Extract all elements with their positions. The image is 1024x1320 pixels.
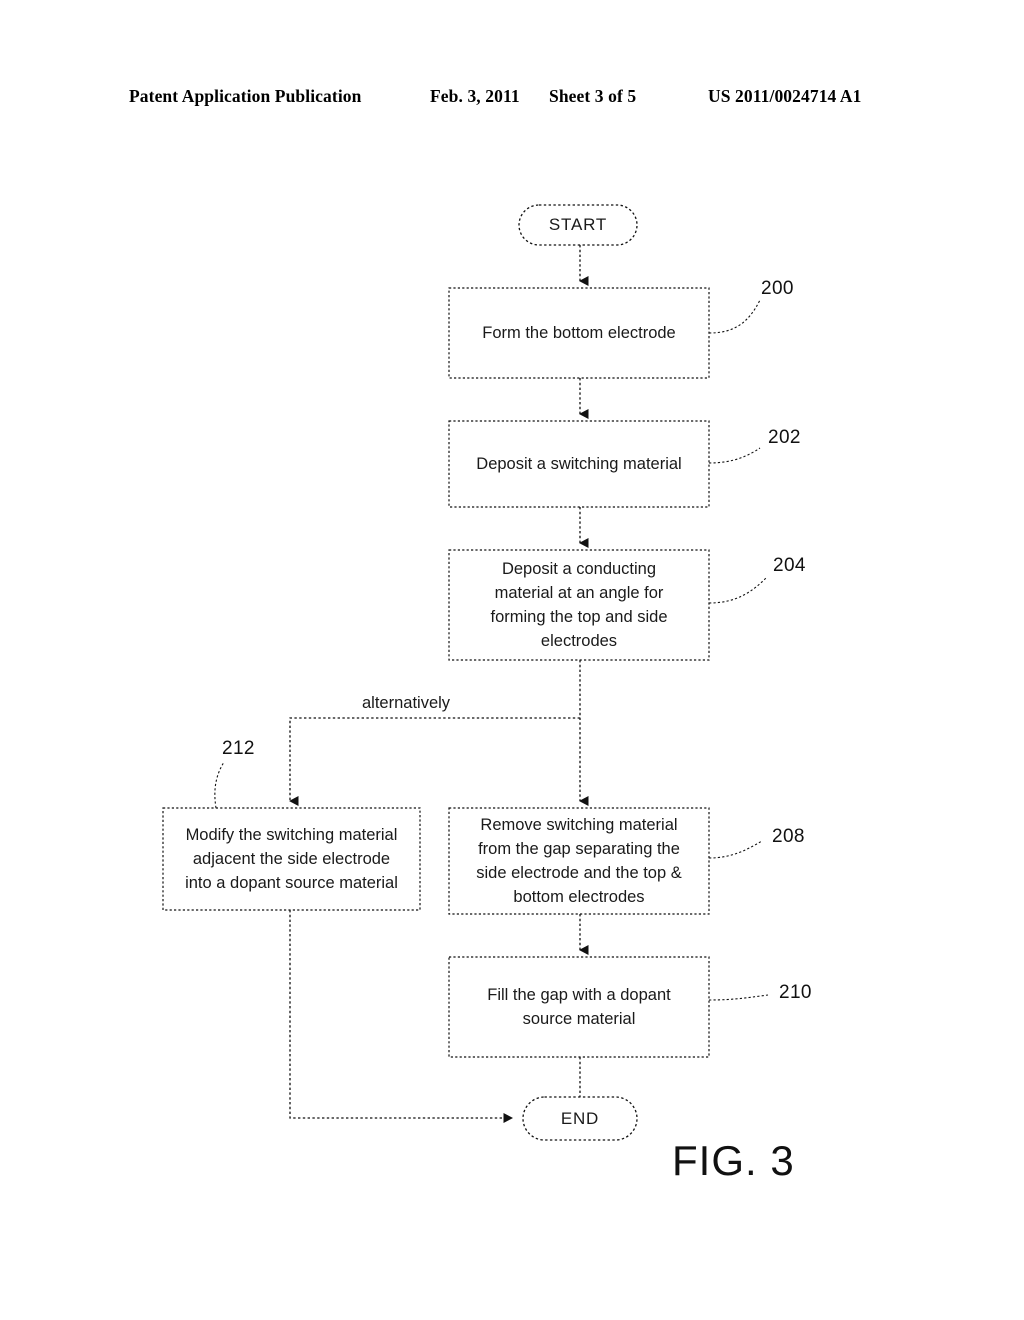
reference-numeral-212: 212 [222, 738, 255, 759]
reference-numeral-204: 204 [773, 555, 806, 576]
flowchart-graphics [162, 204, 769, 1141]
patent-sheet: Patent Application Publication Feb. 3, 2… [0, 0, 1024, 1320]
step-label-204: Deposit a conducting material at an angl… [490, 560, 668, 650]
header-date: Feb. 3, 2011 [430, 86, 520, 106]
reference-numeral-202: 202 [768, 427, 801, 448]
end-terminal-label: END [560, 1108, 600, 1128]
ref-leader-212 [214, 761, 225, 809]
edge-alternatively-branch [289, 717, 580, 806]
step-label-202: Deposit a switching material [476, 455, 682, 473]
reference-numeral-210: 210 [779, 982, 812, 1003]
start-terminal-label: START [548, 215, 608, 234]
header-publication-title: Patent Application Publication [129, 86, 362, 106]
ref-leader-210 [708, 994, 769, 1001]
step-label-210: Fill the gap with a dopant source materi… [487, 986, 671, 1028]
step-label-208: Remove switching material from the gap s… [476, 816, 682, 906]
step-label-200: Form the bottom electrode [482, 324, 676, 342]
header-sheet-number: Sheet 3 of 5 [549, 86, 637, 106]
ref-leader-204 [708, 577, 767, 604]
edge-label-alternatively: alternatively [362, 694, 451, 712]
reference-numeral-200: 200 [761, 278, 794, 299]
ref-leader-208 [708, 840, 763, 859]
figure-caption: FIG. 3 [672, 1137, 795, 1184]
page-header: Patent Application Publication Feb. 3, 2… [0, 86, 1024, 112]
step-label-212: Modify the switching material adjacent t… [185, 826, 398, 892]
reference-numeral-208: 208 [772, 826, 805, 847]
ref-leader-200 [708, 299, 761, 334]
header-patent-number: US 2011/0024714 A1 [708, 86, 862, 106]
ref-leader-202 [708, 447, 761, 464]
